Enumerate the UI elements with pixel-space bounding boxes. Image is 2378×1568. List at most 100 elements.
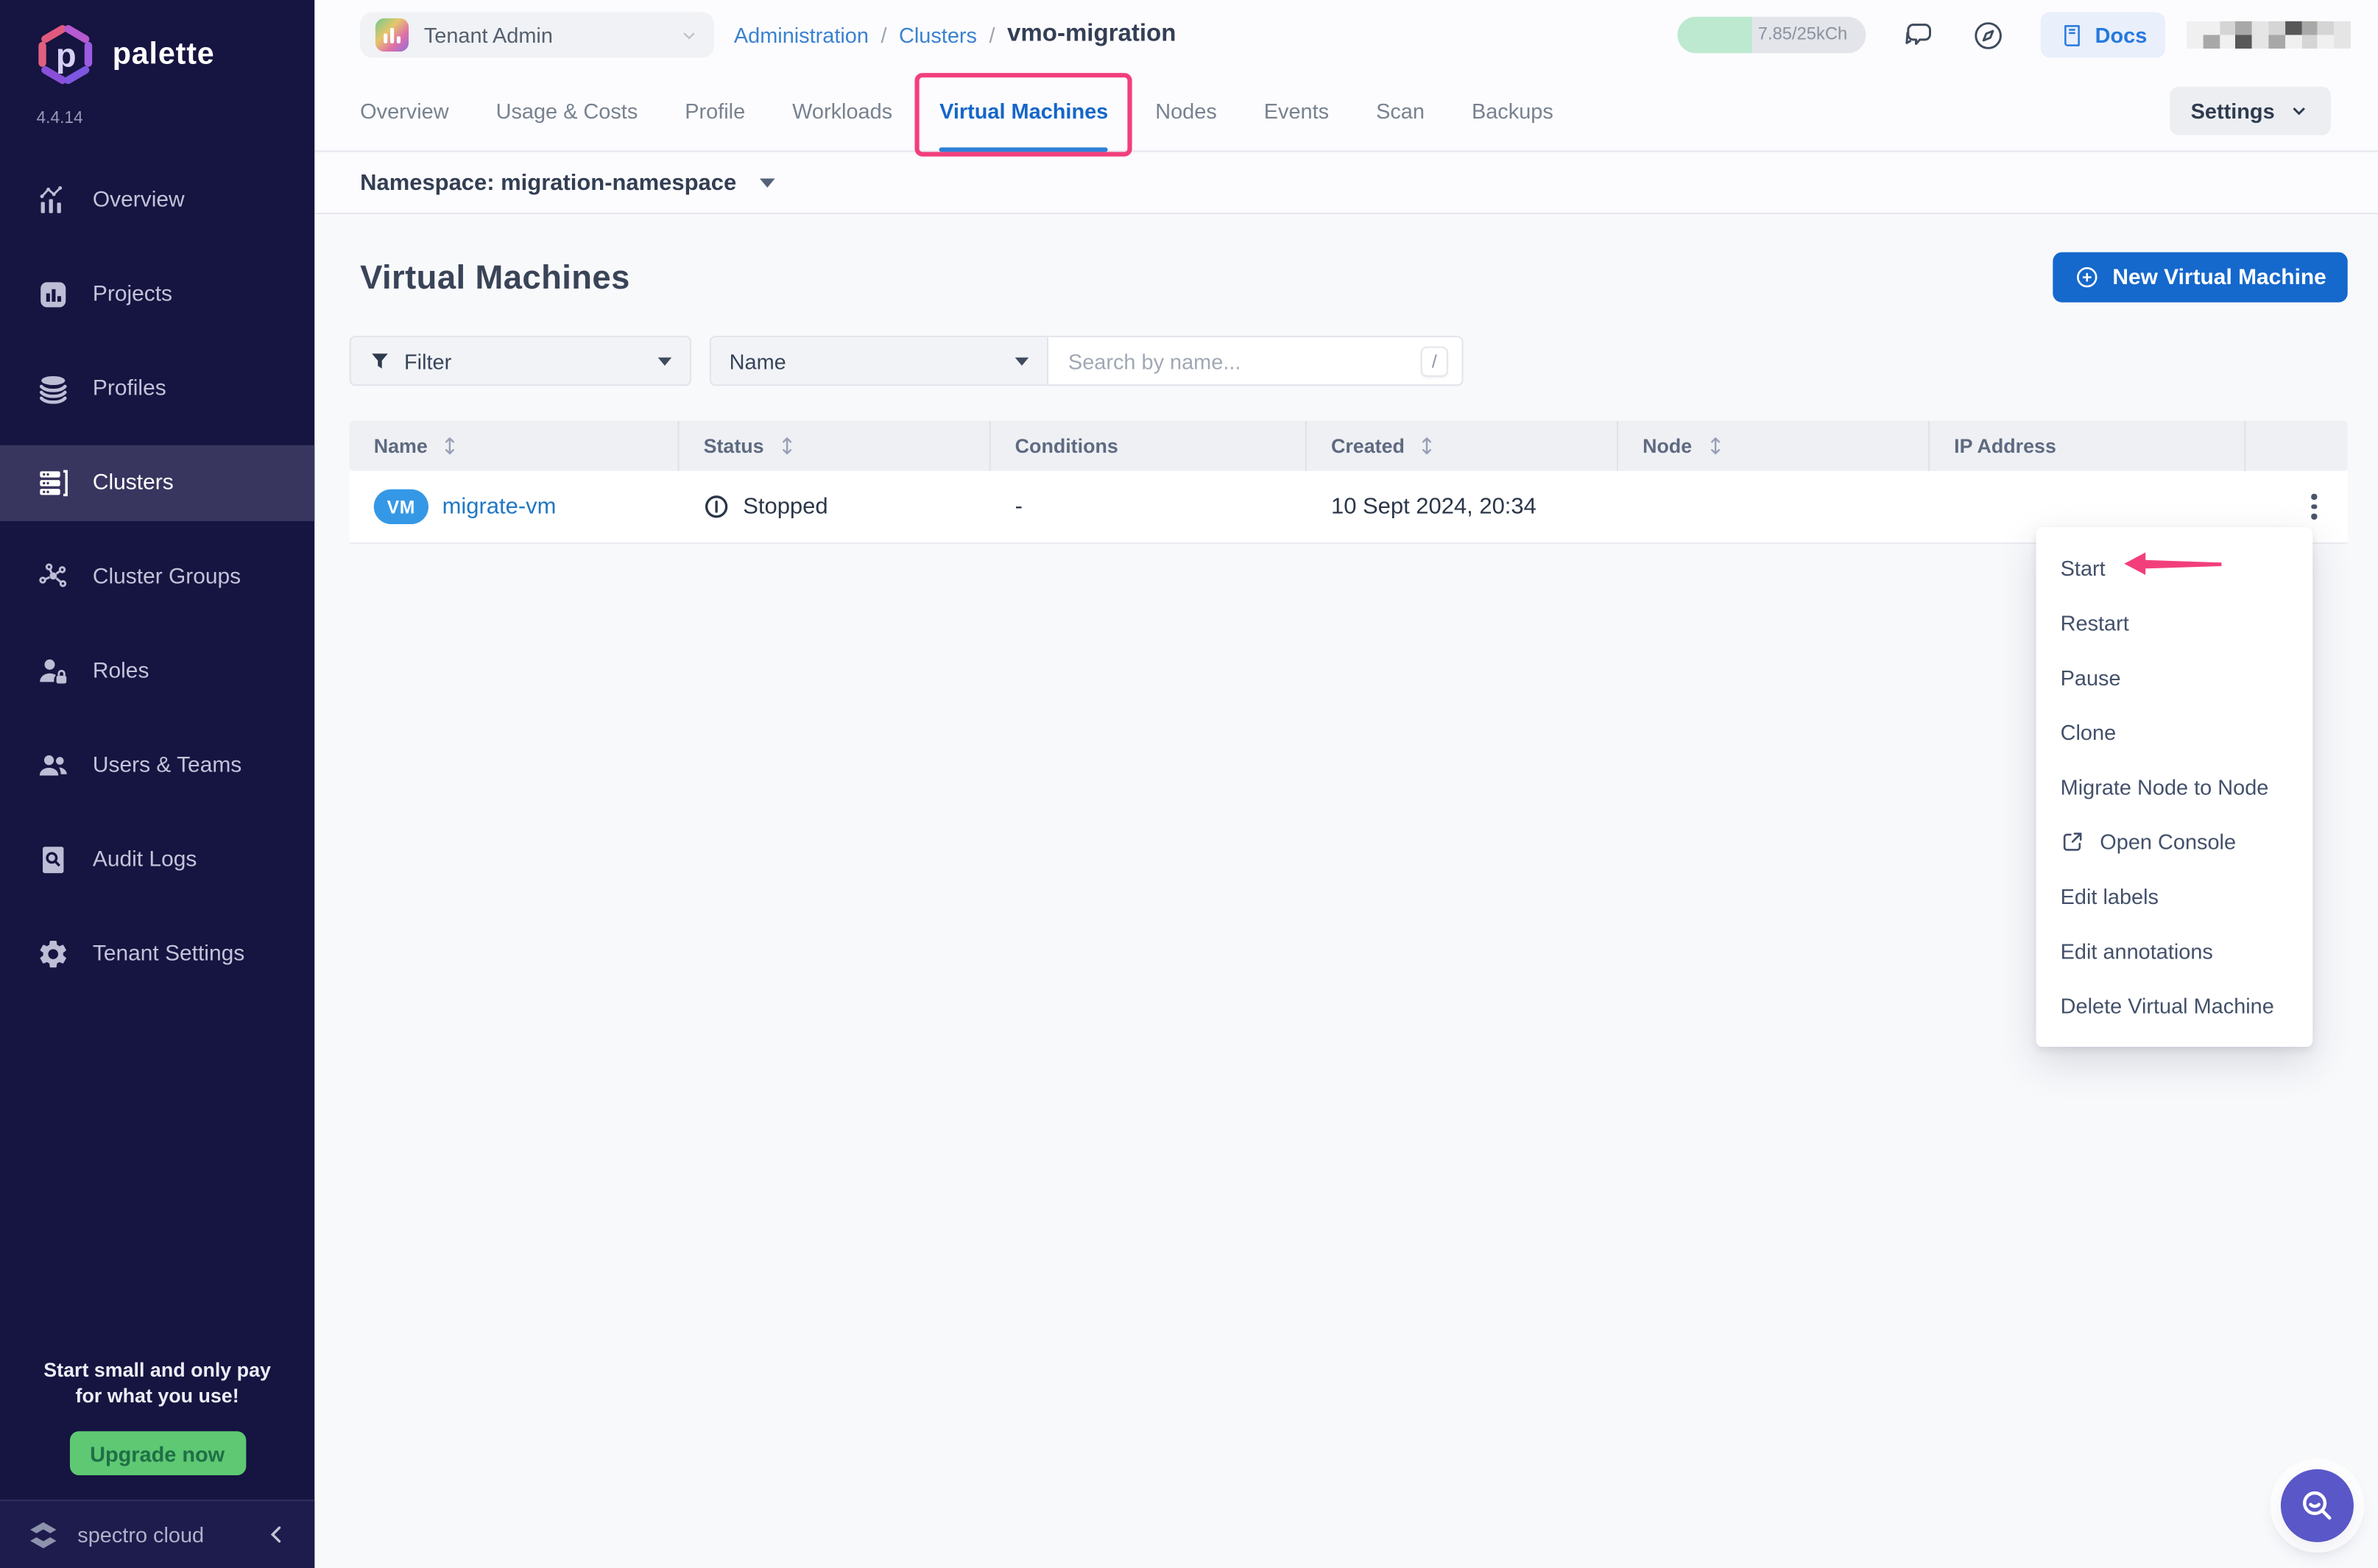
- profiles-stack-icon: [37, 372, 70, 406]
- docs-button[interactable]: Docs: [2040, 13, 2165, 58]
- tab-backups[interactable]: Backups: [1472, 70, 1553, 152]
- vm-name-link[interactable]: migrate-vm: [442, 494, 557, 520]
- tab-virtual-machines[interactable]: Virtual Machines: [939, 70, 1108, 152]
- sidebar-item-label: Overview: [93, 188, 185, 213]
- menu-item-migrate-node-to-node[interactable]: Migrate Node to Node: [2036, 760, 2313, 814]
- breadcrumb-separator: /: [881, 23, 886, 47]
- sort-icon[interactable]: [1420, 434, 1436, 457]
- redacted-user-info: [2187, 21, 2351, 49]
- search-assistant-fab[interactable]: [2281, 1469, 2354, 1542]
- tab-overview[interactable]: Overview: [360, 70, 448, 152]
- footer-brand-name: spectro cloud: [77, 1522, 204, 1547]
- svg-text:p: p: [56, 36, 77, 74]
- sidebar-item-overview[interactable]: Overview: [0, 163, 314, 239]
- cell-created: 10 Sept 2024, 20:34: [1307, 494, 1618, 520]
- cluster-groups-network-icon: [37, 561, 70, 594]
- sidebar-item-tenant-settings[interactable]: Tenant Settings: [0, 917, 314, 992]
- tenant-app-icon: [375, 18, 409, 52]
- sort-icon[interactable]: [779, 434, 794, 457]
- sidebar: p palette 4.4.14 Overview: [0, 0, 314, 1568]
- chat-icon[interactable]: [1900, 18, 1935, 52]
- sidebar-item-label: Roles: [93, 660, 149, 684]
- search-field-label: Name: [730, 349, 786, 373]
- search-field-selector[interactable]: Name: [711, 337, 1048, 384]
- sidebar-item-audit-logs[interactable]: Audit Logs: [0, 822, 314, 898]
- tenant-scope-selector[interactable]: Tenant Admin: [360, 13, 714, 58]
- sidebar-item-label: Tenant Settings: [93, 942, 244, 967]
- sidebar-item-label: Clusters: [93, 471, 174, 495]
- search-shortcut-key: /: [1421, 346, 1448, 376]
- sort-icon[interactable]: [442, 434, 458, 457]
- sidebar-item-roles[interactable]: Roles: [0, 634, 314, 710]
- column-header-conditions: Conditions: [991, 421, 1307, 471]
- tab-scan[interactable]: Scan: [1376, 70, 1425, 152]
- menu-item-start[interactable]: Start: [2036, 541, 2313, 596]
- dropdown-caret-icon: [759, 177, 775, 188]
- vm-type-badge: VM: [374, 490, 428, 524]
- namespace-selector[interactable]: Namespace: migration-namespace: [314, 153, 2378, 214]
- settings-button[interactable]: Settings: [2170, 87, 2331, 135]
- sidebar-item-clusters[interactable]: Clusters: [0, 445, 314, 521]
- sidebar-footer: spectro cloud: [0, 1500, 314, 1568]
- column-header-node[interactable]: Node: [1618, 421, 1930, 471]
- promo-line2: for what you use!: [21, 1383, 293, 1409]
- dropdown-caret-icon: [1015, 356, 1029, 365]
- kebab-menu-icon[interactable]: [2303, 487, 2326, 527]
- cell-name: VM migrate-vm: [350, 490, 680, 524]
- column-header-created[interactable]: Created: [1307, 421, 1618, 471]
- search-smile-icon: [2298, 1486, 2338, 1526]
- compass-icon[interactable]: [1970, 18, 2005, 52]
- sidebar-item-users-teams[interactable]: Users & Teams: [0, 728, 314, 804]
- sidebar-item-label: Audit Logs: [93, 848, 197, 872]
- spectro-cloud-logo-icon: [24, 1516, 63, 1554]
- upgrade-now-button[interactable]: Upgrade now: [69, 1432, 245, 1476]
- new-virtual-machine-button[interactable]: New Virtual Machine: [2053, 252, 2348, 303]
- brand-name: palette: [113, 38, 215, 72]
- app-window: p palette 4.4.14 Overview: [0, 0, 2378, 1568]
- breadcrumb-clusters[interactable]: Clusters: [899, 23, 977, 47]
- menu-item-clone[interactable]: Clone: [2036, 705, 2313, 760]
- sidebar-item-label: Profiles: [93, 377, 166, 401]
- sidebar-item-profiles[interactable]: Profiles: [0, 351, 314, 427]
- search-group: Name /: [710, 336, 1464, 386]
- column-header-actions: [2245, 421, 2347, 471]
- sidebar-item-cluster-groups[interactable]: Cluster Groups: [0, 540, 314, 615]
- tenant-settings-gear-icon: [37, 937, 70, 970]
- sidebar-item-projects[interactable]: Projects: [0, 257, 314, 333]
- tab-events[interactable]: Events: [1264, 70, 1329, 152]
- menu-item-edit-annotations[interactable]: Edit annotations: [2036, 924, 2313, 978]
- collapse-sidebar-chevron-icon[interactable]: [263, 1521, 290, 1548]
- tab-usage-costs[interactable]: Usage & Costs: [496, 70, 638, 152]
- vm-actions-context-menu: Start Restart Pause Clone Migrate Node t…: [2036, 527, 2313, 1047]
- column-header-name[interactable]: Name: [350, 421, 680, 471]
- sort-icon[interactable]: [1707, 434, 1723, 457]
- palette-hexagon-logo-icon: p: [32, 20, 99, 90]
- filter-toolbar: Filter Name /: [350, 336, 2348, 386]
- chevron-down-icon: [2288, 100, 2310, 121]
- audit-logs-doc-search-icon: [37, 843, 70, 876]
- menu-item-edit-labels[interactable]: Edit labels: [2036, 869, 2313, 924]
- filter-dropdown[interactable]: Filter: [350, 336, 691, 386]
- breadcrumb-administration[interactable]: Administration: [734, 23, 869, 47]
- menu-item-delete-virtual-machine[interactable]: Delete Virtual Machine: [2036, 978, 2313, 1033]
- tab-workloads[interactable]: Workloads: [792, 70, 892, 152]
- brand-logo: p palette: [0, 0, 314, 90]
- filter-funnel-icon: [370, 350, 391, 372]
- status-text: Stopped: [743, 494, 828, 520]
- menu-item-pause[interactable]: Pause: [2036, 650, 2313, 704]
- stopped-power-icon: [704, 494, 730, 520]
- search-input[interactable]: [1065, 347, 1421, 375]
- namespace-label: Namespace: migration-namespace: [360, 170, 736, 196]
- tab-nodes[interactable]: Nodes: [1155, 70, 1217, 152]
- sidebar-item-label: Cluster Groups: [93, 565, 241, 590]
- breadcrumb-current-cluster: vmo-migration: [1007, 21, 1176, 49]
- menu-item-restart[interactable]: Restart: [2036, 596, 2313, 650]
- menu-item-open-console[interactable]: Open Console: [2036, 814, 2313, 869]
- tab-profile[interactable]: Profile: [685, 70, 745, 152]
- upgrade-promo: Start small and only pay for what you us…: [0, 1357, 314, 1408]
- roles-user-lock-icon: [37, 655, 70, 688]
- column-header-status[interactable]: Status: [680, 421, 991, 471]
- external-link-icon: [2061, 830, 2085, 854]
- clusters-server-icon: [37, 467, 70, 500]
- docs-book-icon: [2058, 22, 2084, 48]
